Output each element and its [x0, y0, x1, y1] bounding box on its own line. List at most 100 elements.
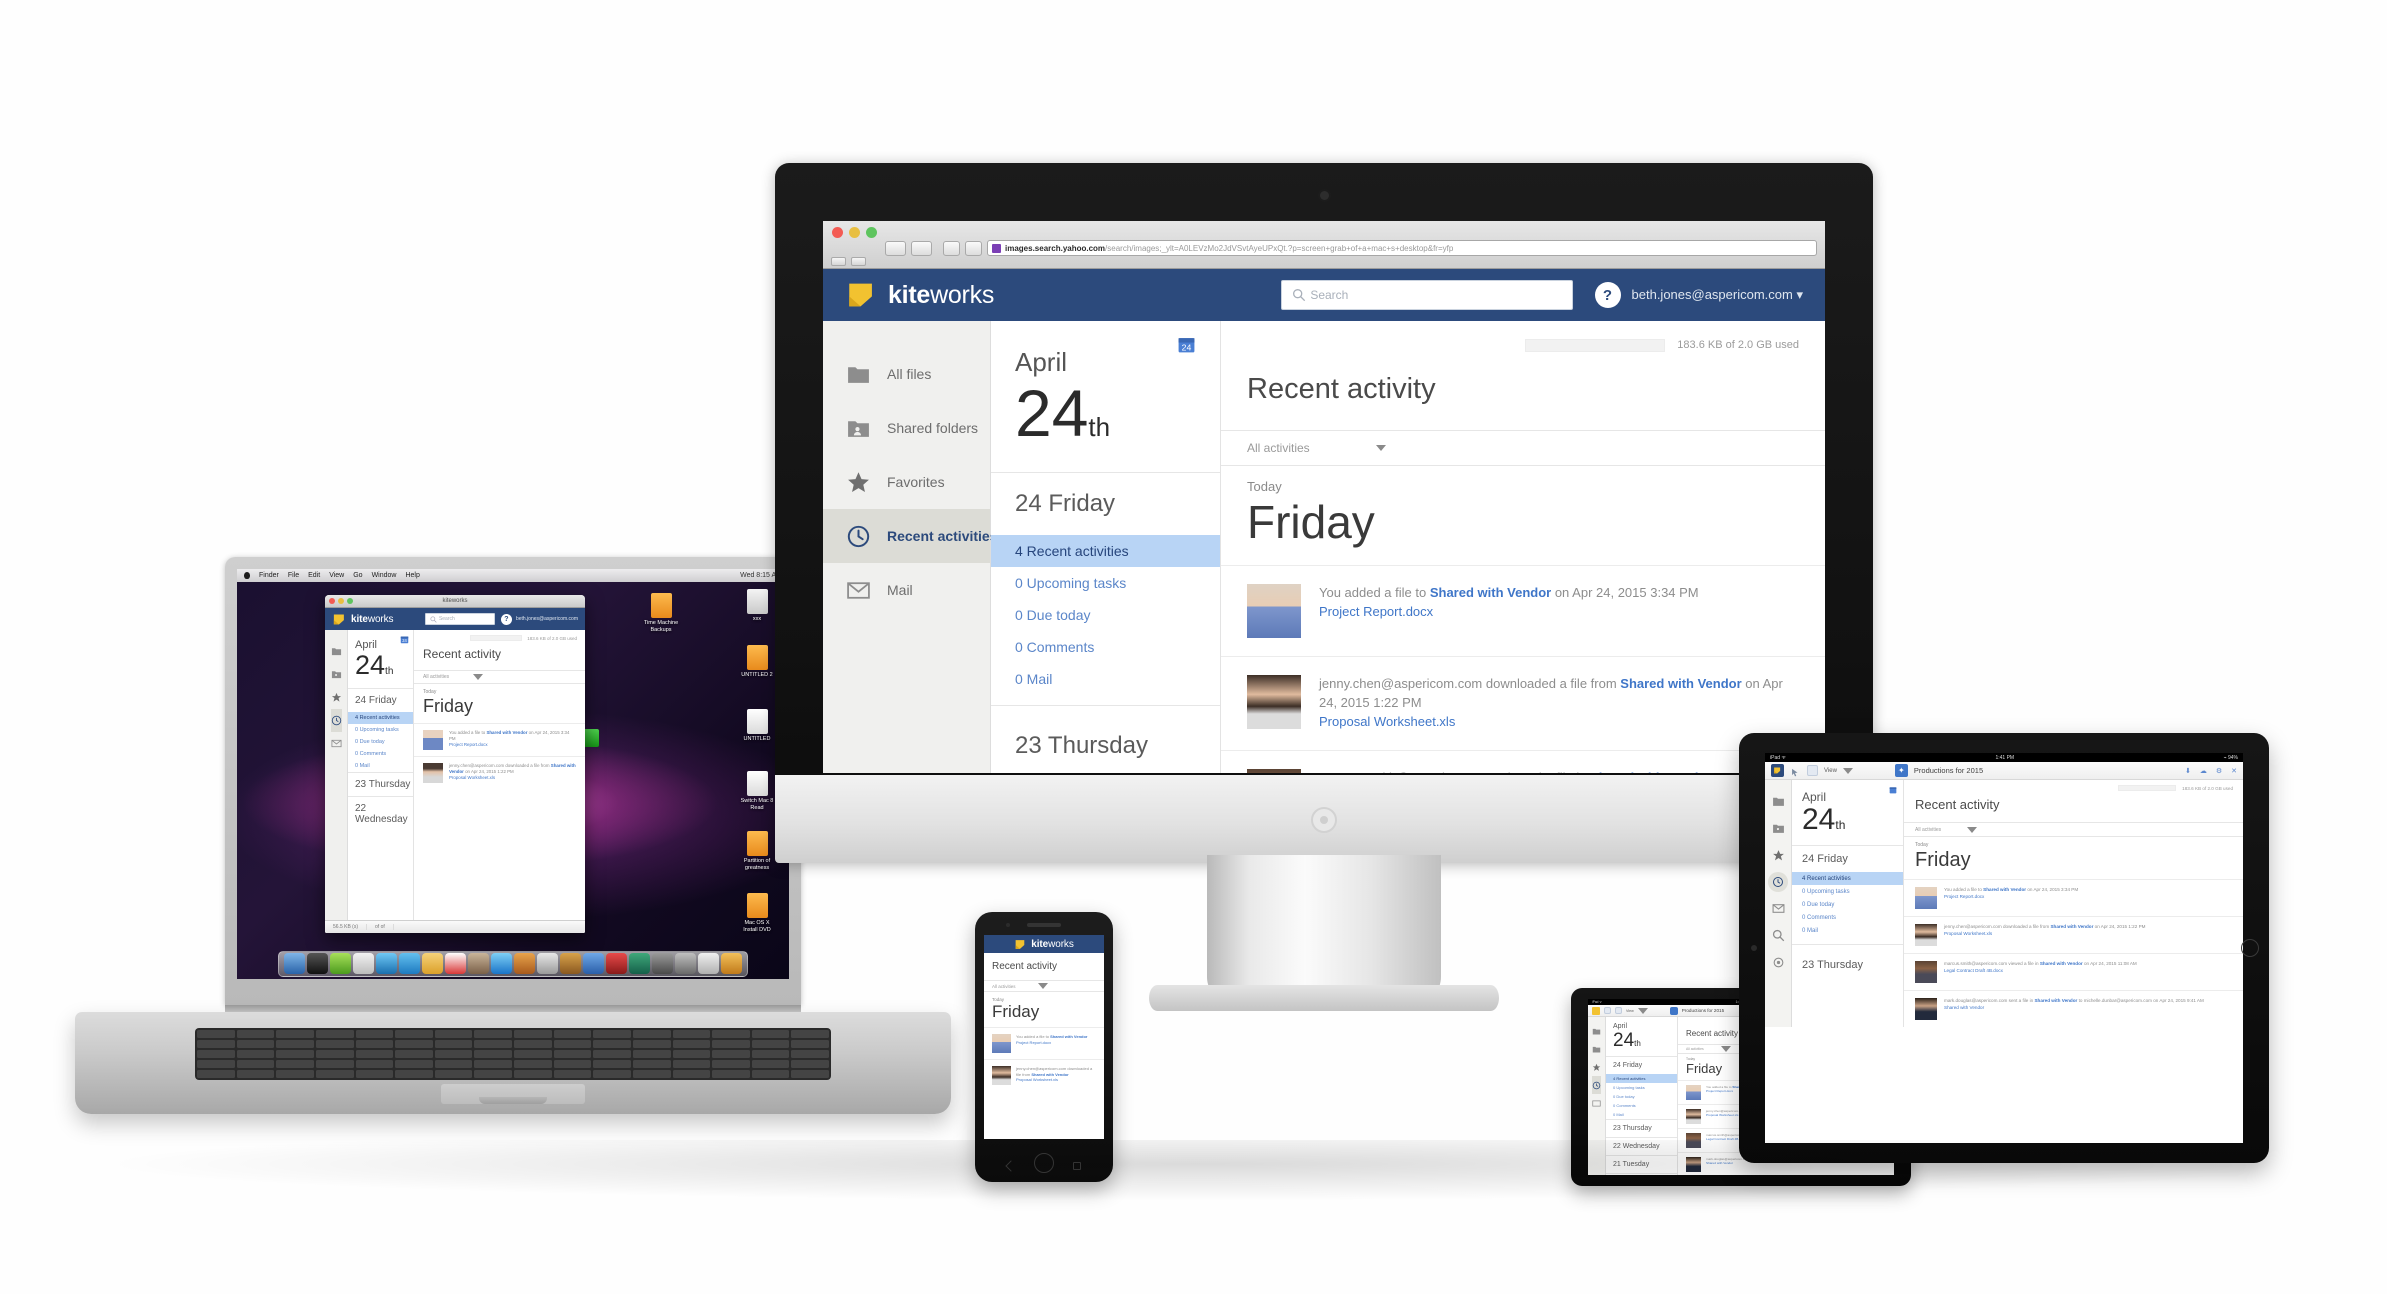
folder-link[interactable]: Shared with Vendor [1031, 1072, 1068, 1077]
settings-icon[interactable]: ⚙ [2216, 767, 2222, 775]
sidebar-item-mail[interactable]: Mail [823, 563, 990, 617]
activity-row[interactable]: marcus.smith@aspericom.com viewed a file… [1221, 749, 1825, 773]
menu-view[interactable]: View [329, 572, 344, 579]
activity-row[interactable]: marcus.smith@aspericom.com viewed a file… [1904, 953, 2243, 990]
counter-upcoming-tasks[interactable]: 0 Upcoming tasks [991, 567, 1220, 599]
menu-finder[interactable]: Finder [259, 572, 279, 579]
sidebar-item-recent-activities[interactable]: Recent activities [1592, 1076, 1601, 1094]
counter-recent-activities[interactable]: 4 Recent activities [348, 712, 413, 724]
counter-mail[interactable]: 0 Mail [1792, 924, 1903, 944]
maximize-icon[interactable] [866, 227, 877, 238]
activity-filter[interactable]: All activities [414, 670, 585, 684]
desktop-icon[interactable]: UNTITLED 2 [737, 645, 777, 679]
counter-mail[interactable]: 0 Mail [1606, 1110, 1677, 1119]
activity-row[interactable]: You added a file to Shared with Vendor o… [1221, 565, 1825, 656]
activity-filter[interactable]: All activities [1904, 822, 2243, 837]
file-link[interactable]: Proposal Worksheet.xls [1319, 713, 1799, 732]
counter-mail[interactable]: 0 Mail [991, 663, 1220, 705]
activity-row[interactable]: jenny.chen@aspericom.com downloaded a fi… [984, 1059, 1104, 1091]
menu-file[interactable]: File [288, 572, 299, 579]
activity-filter[interactable]: All activities [1221, 430, 1825, 466]
dock-calendar-icon[interactable] [445, 953, 466, 974]
search-input[interactable]: Search [424, 613, 495, 625]
counter-due-today[interactable]: 0 Due today [1792, 898, 1903, 911]
file-link[interactable]: Project Report.docx [1944, 894, 2078, 901]
sidebar-item-shared-folders[interactable]: Shared folders [823, 401, 990, 455]
dock-itunes-icon[interactable] [537, 953, 558, 974]
counter-upcoming-tasks[interactable]: 0 Upcoming tasks [348, 724, 413, 736]
sidebar-item-recent-activities[interactable]: Recent activities [330, 709, 342, 732]
counter-due-today[interactable]: 0 Due today [991, 599, 1220, 631]
counter-comments[interactable]: 0 Comments [348, 748, 413, 760]
dock-app-icon[interactable] [675, 953, 696, 974]
reading-list-icon[interactable] [851, 257, 866, 266]
dock-app-icon[interactable] [491, 953, 512, 974]
user-menu[interactable]: beth.jones@aspericom.com [516, 616, 578, 622]
sidebar-item-shared-folders[interactable]: Shared folders [331, 663, 342, 686]
calendar-icon[interactable] [1889, 786, 1897, 794]
sidebar-item-favorites[interactable]: Favorites [1772, 842, 1785, 869]
sidebar-item-all-files[interactable]: All files [1592, 1022, 1601, 1040]
desktop-icon[interactable]: UNTITLED [737, 709, 777, 743]
folder-link[interactable]: Shared with Vendor [2050, 924, 2093, 929]
activity-row[interactable]: jenny.chen@aspericom.com downloaded a fi… [414, 756, 585, 789]
desktop-icon[interactable]: Partition of greatness [737, 831, 777, 872]
macbook-keyboard[interactable] [195, 1028, 831, 1080]
close-icon[interactable] [832, 227, 843, 238]
sidebar-item-shared-folders[interactable]: Shared folders [1592, 1040, 1601, 1058]
counter-upcoming-tasks[interactable]: 0 Upcoming tasks [1606, 1083, 1677, 1092]
counter-recent-activities[interactable]: 4 Recent activities [1792, 872, 1903, 885]
menu-window[interactable]: Window [372, 572, 397, 579]
desktop-icon[interactable]: Time Machine Backups [641, 593, 681, 634]
dock-app-icon[interactable] [629, 953, 650, 974]
dock-app-icon[interactable] [330, 953, 351, 974]
folder-link[interactable]: Shared with Vendor [2034, 998, 2077, 1003]
menu-go[interactable]: Go [353, 572, 362, 579]
desktop-icon[interactable]: Mac OS X Install DVD [737, 893, 777, 934]
folder-link[interactable]: Shared with Vendor [1590, 770, 1711, 773]
address-bar[interactable]: images.search.yahoo.com/search/images;_y… [987, 240, 1817, 256]
dock-systemprefs-icon[interactable] [652, 953, 673, 974]
sidebar-item-shared-folders[interactable]: Shared folders [1772, 815, 1785, 842]
activity-row[interactable]: You added a file to Shared with Vendor o… [414, 723, 585, 756]
dock-app-icon[interactable] [468, 953, 489, 974]
file-link[interactable]: Proposal Worksheet.xls [1016, 1077, 1096, 1083]
dock-app-icon[interactable] [307, 953, 328, 974]
view-icon[interactable] [1615, 1007, 1622, 1014]
dock-garageband-icon[interactable] [560, 953, 581, 974]
dock-app-icon[interactable] [583, 953, 604, 974]
sidebar-item-favorites[interactable]: Favorites [1592, 1058, 1601, 1076]
minimize-icon[interactable] [849, 227, 860, 238]
activity-row[interactable]: jenny.chen@aspericom.com downloaded a fi… [1904, 916, 2243, 953]
close-icon[interactable]: ✕ [2231, 767, 2237, 775]
file-link[interactable]: Proposal Worksheet.xls [1944, 931, 2145, 938]
folder-link[interactable]: Shared with Vendor [1430, 585, 1551, 600]
sidebar-item-all-files[interactable]: All files [1772, 788, 1785, 815]
file-link[interactable]: Project Report.docx [449, 742, 576, 748]
sidebar-item-search[interactable] [1772, 922, 1785, 949]
dock-app-icon[interactable] [698, 953, 719, 974]
view-icon[interactable] [1807, 765, 1818, 776]
tablet-home-button[interactable] [2241, 939, 2259, 957]
help-button[interactable]: ? [1594, 282, 1621, 308]
desktop-icon[interactable]: xxx [737, 589, 777, 623]
counter-comments[interactable]: 0 Comments [1606, 1101, 1677, 1110]
kite-logo-icon[interactable] [1592, 1006, 1600, 1015]
add-bookmark-button[interactable] [965, 240, 982, 256]
counter-comments[interactable]: 0 Comments [991, 631, 1220, 663]
sidebar-item-favorites[interactable]: Favorites [823, 455, 990, 509]
counter-upcoming-tasks[interactable]: 0 Upcoming tasks [1792, 885, 1903, 898]
pointer-icon[interactable] [1790, 765, 1801, 777]
desktop-icon[interactable]: Switch Mac 8 Read [737, 771, 777, 812]
forward-button[interactable] [911, 240, 932, 256]
search-input[interactable]: Search [1280, 280, 1573, 310]
sidebar-item-recent-activities[interactable]: Recent activities [1768, 872, 1788, 892]
dock-app-icon[interactable] [606, 953, 627, 974]
activity-row[interactable]: mark.douglas@aspericom.com sent a file i… [1904, 990, 2243, 1027]
counter-due-today[interactable]: 0 Due today [348, 736, 413, 748]
file-link[interactable]: Shared with Vendor [1944, 1005, 2204, 1012]
help-button[interactable]: ? [500, 613, 512, 625]
dock-app-icon[interactable] [353, 953, 374, 974]
dock-finder-icon[interactable] [284, 953, 305, 974]
calendar-icon[interactable]: 24 [1177, 335, 1196, 354]
